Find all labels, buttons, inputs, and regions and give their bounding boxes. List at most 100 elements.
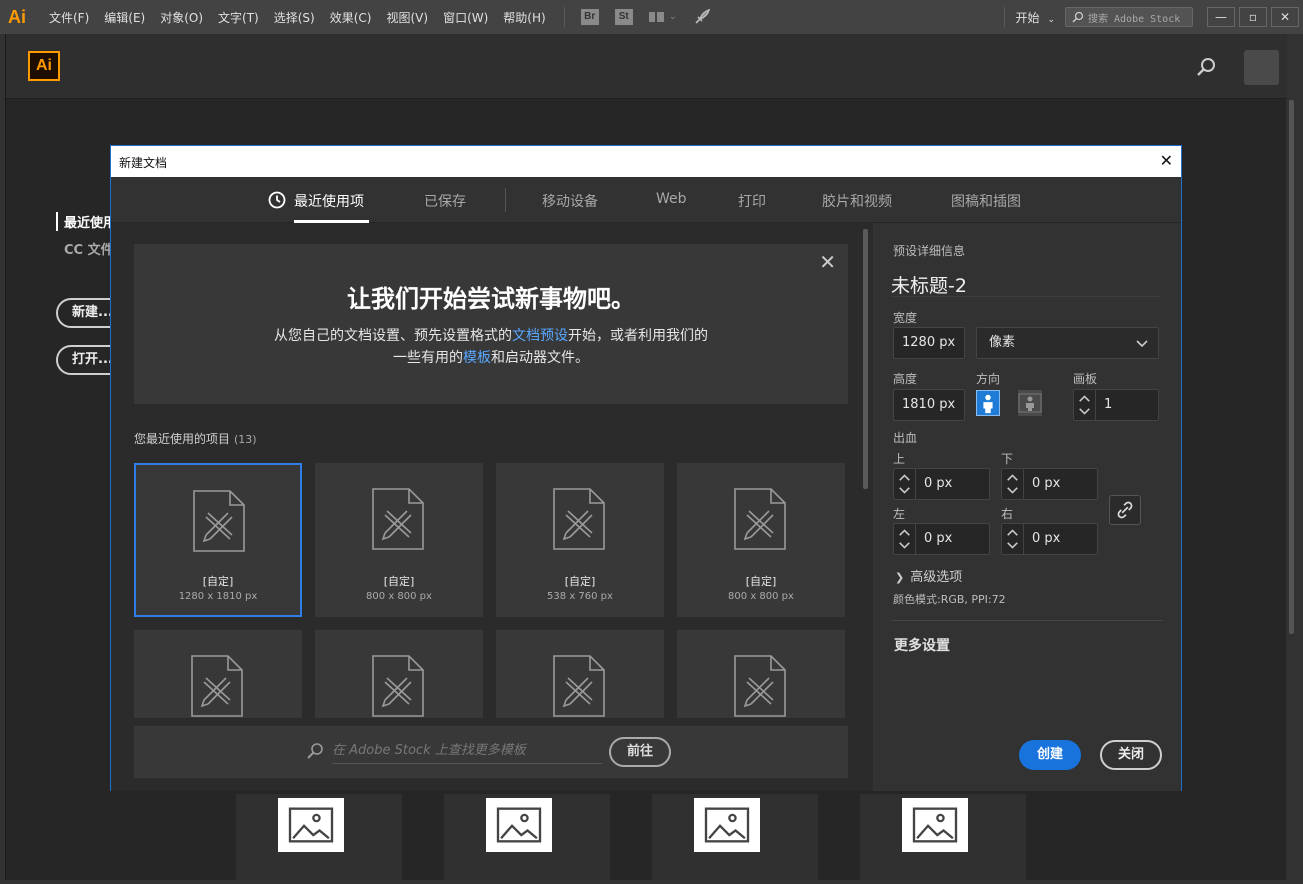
document-presets-link[interactable]: 文档预设 [512, 328, 568, 344]
bleed-right-stepper[interactable]: 0 px [1001, 523, 1098, 555]
maximize-button[interactable]: ▫ [1239, 7, 1267, 27]
template-thumbnail[interactable] [652, 794, 818, 880]
workspace-divider [1004, 7, 1006, 27]
menu-select[interactable]: 选择(S) [274, 9, 315, 26]
bleed-left-label: 左 [893, 507, 906, 521]
menu-window[interactable]: 窗口(W) [443, 9, 488, 26]
preset-name: [自定] [202, 575, 234, 588]
minimize-button[interactable]: — [1207, 7, 1235, 27]
tab-art-illustration[interactable]: 图稿和插图 [951, 191, 1021, 211]
banner-close-icon[interactable]: ✕ [819, 250, 836, 274]
go-button[interactable]: 前往 [609, 737, 671, 767]
tab-saved[interactable]: 已保存 [424, 191, 466, 211]
template-thumbnail[interactable] [236, 794, 402, 880]
stepper-arrows-icon[interactable] [1002, 469, 1024, 499]
menu-bar: Ai 文件(F) 编辑(E) 对象(O) 文字(T) 选择(S) 效果(C) 视… [0, 0, 1303, 34]
welcome-banner: ✕ 让我们开始尝试新事物吧。 从您自己的文档设置、预先设置格式的文档预设开始，或… [134, 244, 848, 404]
bleed-bottom-stepper[interactable]: 0 px [1001, 468, 1098, 500]
bleed-left-stepper[interactable]: 0 px [893, 523, 990, 555]
arrange-documents-icon[interactable]: ⌄ [648, 9, 677, 25]
recent-preset-card[interactable]: [自定] 1280 x 1810 px [134, 463, 302, 617]
stock-template-input[interactable]: 在 Adobe Stock 上查找更多模板 [332, 740, 602, 764]
close-button[interactable]: 关闭 [1100, 740, 1162, 770]
advanced-options-toggle[interactable]: ❯ 高级选项 [895, 566, 962, 585]
template-thumbnail[interactable] [444, 794, 610, 880]
nav-cc-files[interactable]: CC 文件 [56, 239, 116, 258]
search-icon [307, 743, 323, 759]
gpu-rocket-icon[interactable] [693, 8, 711, 26]
bleed-top-stepper[interactable]: 0 px [893, 468, 990, 500]
template-thumbnail[interactable] [860, 794, 1026, 880]
dialog-close-icon[interactable]: ✕ [1160, 151, 1173, 170]
menu-object[interactable]: 对象(O) [160, 9, 203, 26]
bleed-top-label: 上 [893, 452, 906, 466]
chevron-right-icon: ❯ [895, 571, 905, 584]
tab-film-video[interactable]: 胶片和视频 [822, 191, 892, 211]
recent-preset-card[interactable] [134, 630, 302, 718]
menu-edit[interactable]: 编辑(E) [104, 9, 145, 26]
window-close-button[interactable]: ✕ [1271, 7, 1299, 27]
recent-preset-card[interactable] [315, 630, 483, 718]
stepper-arrows-icon[interactable] [1002, 524, 1024, 554]
tab-recent[interactable]: 最近使用项 [294, 191, 364, 211]
bleed-right-value: 0 px [1032, 531, 1061, 546]
stock-button[interactable]: St [614, 9, 633, 25]
stepper-arrows-icon[interactable] [894, 469, 916, 499]
recent-preset-card[interactable]: [自定] 800 x 800 px [677, 463, 845, 617]
user-avatar[interactable] [1244, 50, 1279, 85]
image-placeholder-icon [278, 798, 344, 852]
home-scrollbar[interactable] [1289, 100, 1294, 634]
templates-link[interactable]: 模板 [463, 350, 491, 366]
document-name-input[interactable]: 未标题-2 [891, 271, 1161, 297]
tab-print[interactable]: 打印 [738, 191, 766, 211]
width-input[interactable]: 1280 px [893, 327, 965, 359]
bleed-top-value: 0 px [924, 476, 953, 491]
recent-preset-card[interactable] [677, 630, 845, 718]
color-mode-info: 颜色模式:RGB, PPI:72 [893, 593, 1006, 606]
recent-preset-card[interactable]: [自定] 538 x 760 px [496, 463, 664, 617]
preset-name: [自定] [383, 575, 415, 588]
menu-type[interactable]: 文字(T) [218, 9, 259, 26]
stock-search-input[interactable]: 搜索 Adobe Stock [1065, 7, 1193, 27]
stock-search-placeholder: 搜索 Adobe Stock [1088, 13, 1181, 25]
menu-help[interactable]: 帮助(H) [503, 9, 545, 26]
portrait-orientation-icon[interactable] [976, 390, 1000, 416]
preset-details-pane: 预设详细信息 未标题-2 宽度 1280 px 像素 高度 1810 px 方向… [873, 223, 1181, 791]
tab-mobile[interactable]: 移动设备 [542, 191, 598, 211]
search-icon[interactable] [1196, 56, 1218, 78]
welcome-headline: 让我们开始尝试新事物吧。 [347, 285, 635, 313]
welcome-text: 开始，或者利用我们的 [568, 328, 708, 344]
stepper-arrows-icon[interactable] [894, 524, 916, 554]
height-input[interactable]: 1810 px [893, 389, 965, 421]
document-pencil-icon [372, 655, 424, 717]
welcome-text-line2: 一些有用的模板和启动器文件。 [134, 347, 848, 367]
unit-dropdown[interactable]: 像素 [976, 327, 1159, 359]
landscape-orientation-icon[interactable] [1018, 390, 1042, 416]
more-settings-button[interactable]: 更多设置 [894, 635, 950, 655]
document-pencil-icon [553, 488, 605, 550]
home-header: Ai [6, 34, 1287, 99]
create-button[interactable]: 创建 [1019, 740, 1081, 770]
recent-preset-card[interactable] [496, 630, 664, 718]
artboards-stepper[interactable]: 1 [1073, 389, 1159, 421]
welcome-text: 和启动器文件。 [491, 350, 589, 366]
home-nav: 最近使用 CC 文件 [56, 212, 116, 258]
nav-recent[interactable]: 最近使用 [56, 212, 116, 231]
dialog-titlebar: 新建文档 ✕ [111, 146, 1181, 177]
bridge-button[interactable]: Br [580, 9, 599, 25]
workspace-switcher[interactable]: 开始 ⌄ [1015, 9, 1055, 26]
menu-view[interactable]: 视图(V) [386, 9, 428, 26]
presets-scrollbar[interactable] [863, 229, 868, 489]
image-placeholder-icon [902, 798, 968, 852]
image-placeholder-icon [486, 798, 552, 852]
clock-icon [268, 191, 286, 209]
stepper-arrows-icon[interactable] [1074, 390, 1096, 420]
tab-web[interactable]: Web [656, 191, 687, 207]
preset-details-heading: 预设详细信息 [893, 244, 966, 258]
bleed-label: 出血 [893, 431, 918, 445]
dialog-title: 新建文档 [119, 156, 168, 170]
menu-effect[interactable]: 效果(C) [330, 9, 372, 26]
recent-preset-card[interactable]: [自定] 800 x 800 px [315, 463, 483, 617]
link-bleed-icon[interactable] [1109, 495, 1141, 525]
menu-file[interactable]: 文件(F) [49, 9, 89, 26]
